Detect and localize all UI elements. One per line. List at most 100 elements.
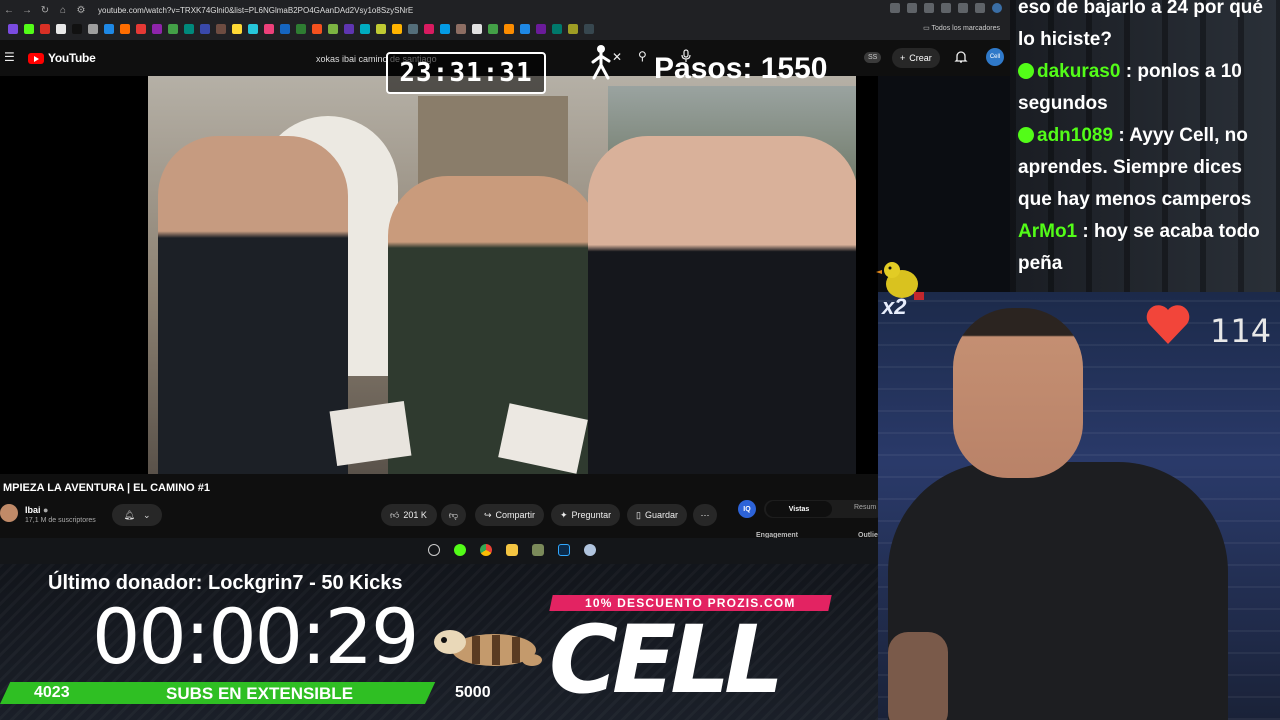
bookmark-icon[interactable] — [344, 24, 354, 34]
app-icon[interactable] — [532, 544, 544, 556]
url-bar[interactable]: youtube.com/watch?v=TRXK74Glni0&list=PL6… — [98, 6, 413, 15]
bookmark-icon[interactable] — [424, 24, 434, 34]
channel-avatar[interactable] — [0, 504, 18, 522]
bookmark-icon[interactable] — [360, 24, 370, 34]
bookmark-icon[interactable] — [440, 24, 450, 34]
chrome-icon[interactable] — [480, 544, 492, 556]
bookmark-icon[interactable] — [136, 24, 146, 34]
chat-separator: : — [1113, 125, 1130, 146]
forward-icon[interactable]: → — [18, 5, 36, 16]
bookmark-icon[interactable] — [56, 24, 66, 34]
more-actions-button[interactable]: ⋯ — [693, 504, 717, 526]
share-button[interactable]: ↪ Compartir — [475, 504, 545, 526]
site-info-icon[interactable]: ⚙ — [72, 5, 90, 16]
kick-app-icon[interactable] — [454, 544, 466, 556]
hamburger-menu-icon[interactable]: ☰ — [4, 50, 15, 64]
person-left — [158, 136, 348, 474]
bookmark-icon[interactable] — [552, 24, 562, 34]
tab-views[interactable]: Vistas — [766, 501, 832, 517]
youtube-play-icon — [28, 52, 44, 64]
bookmarks-folder[interactable]: ▭ Todos los marcadores — [923, 24, 1000, 32]
bookmark-icon[interactable] — [504, 24, 514, 34]
bookmark-icon[interactable] — [104, 24, 114, 34]
search-icon[interactable]: ⚲ — [638, 49, 647, 63]
bookmark-icon[interactable] — [72, 24, 82, 34]
steps-counter: Pasos: 1550 — [654, 52, 828, 85]
bookmark-icon[interactable] — [152, 24, 162, 34]
bookmark-icon[interactable] — [264, 24, 274, 34]
youtube-logo[interactable]: YouTube — [28, 51, 96, 65]
youtube-logo-text: YouTube — [48, 51, 96, 65]
bookmark-icon[interactable] — [392, 24, 402, 34]
home-icon[interactable]: ⌂ — [54, 5, 72, 16]
channel-name[interactable]: Ibai ● — [25, 505, 48, 515]
folder-icon[interactable] — [506, 544, 518, 556]
bookmarks-folder-label: Todos los marcadores — [931, 25, 1000, 32]
profile-icon[interactable] — [992, 3, 1002, 13]
create-button[interactable]: + Crear — [892, 48, 940, 68]
app-icon[interactable] — [584, 544, 596, 556]
bookmark-icon[interactable] — [88, 24, 98, 34]
extension-icon[interactable] — [941, 3, 951, 13]
extension-icon[interactable] — [958, 3, 968, 13]
bookmark-icon[interactable] — [40, 24, 50, 34]
subscription-bell-button[interactable]: 🔔︎ ⌄ — [112, 504, 162, 526]
bookmark-icon[interactable] — [472, 24, 482, 34]
bookmark-icon[interactable] — [328, 24, 338, 34]
video-player[interactable] — [0, 76, 878, 474]
bookmark-icon[interactable] — [296, 24, 306, 34]
bookmark-icon[interactable] — [376, 24, 386, 34]
bookmark-icon[interactable] — [584, 24, 594, 34]
video-frame[interactable] — [148, 76, 856, 474]
plus-icon: + — [900, 53, 906, 63]
bookmark-icon[interactable] — [248, 24, 258, 34]
bookmark-icon[interactable] — [536, 24, 546, 34]
browser-chrome: ← → ↻ ⌂ ⚙ youtube.com/watch?v=TRXK74Glni… — [0, 0, 1010, 40]
bookmark-icon[interactable] — [456, 24, 466, 34]
bookmark-icon[interactable] — [200, 24, 210, 34]
ss-badge[interactable]: SS — [864, 52, 882, 63]
bookmark-icon[interactable] — [568, 24, 578, 34]
tab-summary[interactable]: Resum — [854, 504, 876, 511]
save-button[interactable]: ▯ Guardar — [627, 504, 687, 526]
puzzle-icon[interactable] — [975, 3, 985, 13]
verified-icon: ● — [43, 505, 49, 515]
bookmark-icon[interactable] — [120, 24, 130, 34]
analytics-logo[interactable]: IQ — [738, 500, 756, 518]
share-label: Compartir — [495, 510, 536, 520]
bookmark-icon[interactable] — [216, 24, 226, 34]
bookmark-icon[interactable] — [232, 24, 242, 34]
bookmark-icon[interactable] — [8, 24, 18, 34]
chat-line: que hay menos camperos — [1018, 184, 1280, 216]
bookmark-icon[interactable] — [168, 24, 178, 34]
bookmark-icon[interactable] — [24, 24, 34, 34]
bookmark-icon[interactable] — [312, 24, 322, 34]
bookmark-star-icon[interactable] — [924, 3, 934, 13]
chat-username[interactable]: ArMo1 — [1018, 221, 1077, 242]
chat-text: Ayyy Cell, no — [1129, 125, 1248, 146]
reload-icon[interactable]: ↻ — [36, 5, 54, 16]
stream-timer: 23:31:31 — [386, 52, 546, 94]
ask-label: Preguntar — [571, 510, 612, 520]
analytics-panel: IQ Vistas Resum Engagement Outlie — [728, 498, 884, 539]
zoom-icon[interactable] — [890, 3, 900, 13]
chat-username[interactable]: adn1089 — [1037, 125, 1113, 146]
bookmark-icon[interactable] — [280, 24, 290, 34]
share-icon[interactable] — [907, 3, 917, 13]
dislike-button[interactable]: 👎︎ — [441, 504, 466, 526]
bookmark-icon[interactable] — [184, 24, 194, 34]
chat-username[interactable]: dakuras0 — [1037, 61, 1120, 82]
like-button[interactable]: 👍︎ 201 K — [381, 504, 437, 526]
bookmark-icon[interactable] — [520, 24, 530, 34]
chat-line: dakuras0 : ponlos a 10 — [1018, 56, 1280, 88]
cell-brand-logo: CELL — [549, 606, 784, 715]
app-icon[interactable] — [428, 544, 440, 556]
notifications-bell-icon[interactable] — [954, 50, 968, 64]
bookmark-icon[interactable] — [488, 24, 498, 34]
user-avatar[interactable]: Cell — [986, 48, 1004, 66]
bookmark-icon[interactable] — [408, 24, 418, 34]
photoshop-icon[interactable] — [558, 544, 570, 556]
back-icon[interactable]: ← — [0, 5, 18, 16]
ask-button[interactable]: ✦ Preguntar — [551, 504, 621, 526]
ferret-mascot-icon — [434, 630, 542, 666]
